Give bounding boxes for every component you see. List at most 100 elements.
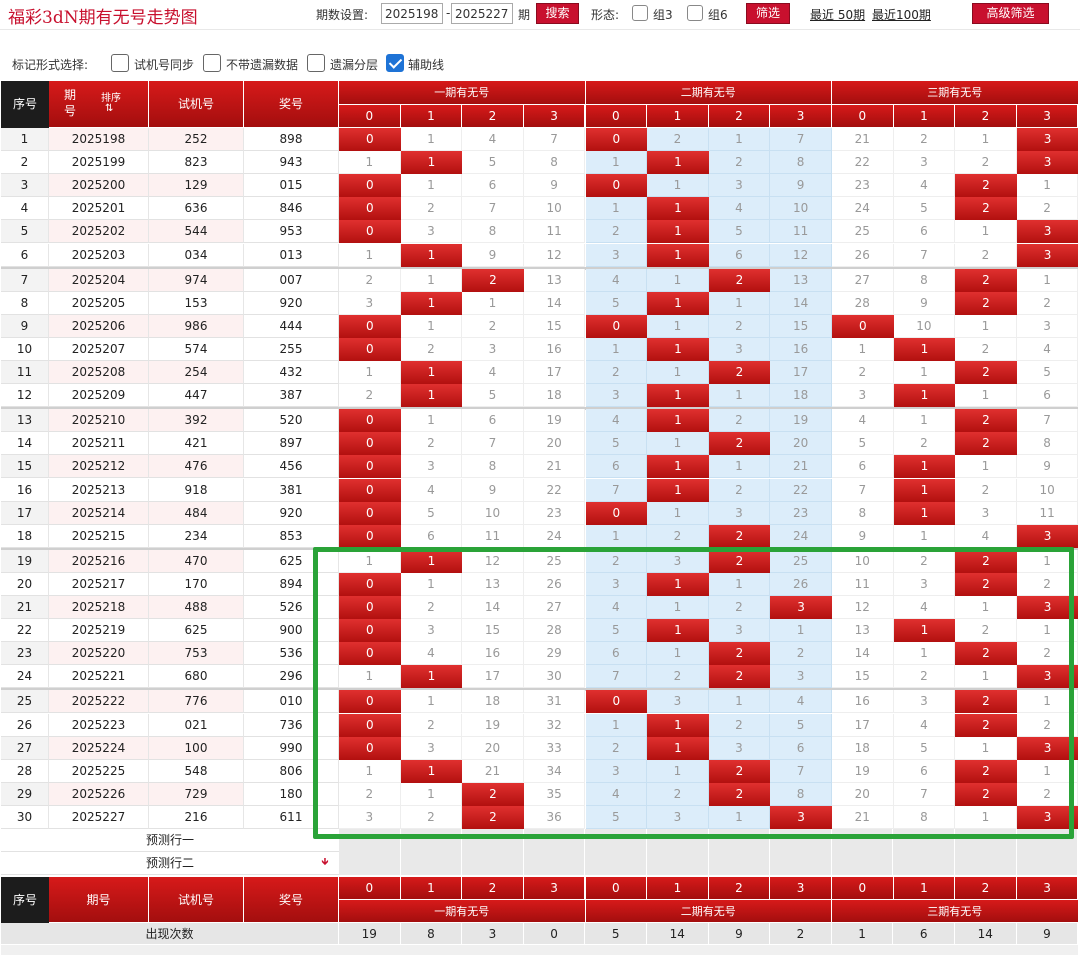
predict-cell[interactable] bbox=[339, 852, 401, 875]
group3-checkbox[interactable] bbox=[632, 5, 648, 21]
miss-cell: 5 bbox=[708, 220, 771, 244]
recent-100-link[interactable]: 最近100期 bbox=[872, 6, 931, 23]
miss-cell: 8 bbox=[523, 151, 586, 175]
predict-cell[interactable] bbox=[955, 852, 1017, 875]
miss-cell: 5 bbox=[462, 384, 524, 408]
row-period: 2025215 bbox=[49, 524, 149, 548]
row-period: 2025219 bbox=[49, 619, 149, 643]
predict-cell[interactable] bbox=[770, 852, 832, 875]
miss-cell: 3 bbox=[400, 455, 463, 479]
hit-cell: 0 bbox=[585, 128, 648, 152]
miss-cell: 7 bbox=[523, 128, 586, 152]
footer-digit: 1 bbox=[400, 877, 463, 900]
footer-digit: 2 bbox=[708, 877, 771, 900]
miss-cell: 7 bbox=[462, 197, 524, 221]
row-testno: 254 bbox=[149, 361, 244, 385]
down-arrow-icon[interactable]: 🡻 bbox=[319, 855, 331, 869]
row-testno: 216 bbox=[149, 805, 244, 829]
row-seq: 26 bbox=[1, 713, 49, 737]
miss-cell: 11 bbox=[770, 220, 832, 244]
row-seq: 25 bbox=[1, 690, 49, 714]
miss-cell: 4 bbox=[585, 409, 648, 433]
predict-cell[interactable] bbox=[400, 852, 463, 875]
row-prize: 943 bbox=[244, 151, 339, 175]
miss-cell: 5 bbox=[832, 432, 894, 456]
hit-cell: 1 bbox=[893, 478, 956, 502]
hit-cell: 0 bbox=[339, 409, 401, 433]
opt-guide-checkbox[interactable] bbox=[386, 54, 404, 72]
footer-group-3: 三期有无号 bbox=[832, 900, 1079, 923]
row-testno: 625 bbox=[149, 619, 244, 643]
header-digit: 2 bbox=[708, 105, 771, 128]
header-group-2: 二期有无号 bbox=[585, 81, 832, 105]
miss-cell: 26 bbox=[832, 243, 894, 267]
miss-cell: 2 bbox=[585, 220, 648, 244]
header-period: 期号 排序 ⇅ bbox=[49, 81, 149, 128]
miss-cell: 10 bbox=[1016, 478, 1079, 502]
group3-label: 组3 bbox=[653, 8, 673, 22]
miss-cell: 1 bbox=[647, 268, 709, 292]
hit-cell: 1 bbox=[647, 384, 709, 408]
hit-cell: 3 bbox=[1016, 128, 1079, 152]
predict-cell[interactable] bbox=[893, 852, 955, 875]
miss-cell: 5 bbox=[585, 291, 648, 315]
miss-cell: 1 bbox=[647, 314, 709, 338]
row-seq: 27 bbox=[1, 736, 49, 760]
miss-cell: 1 bbox=[400, 174, 463, 198]
row-testno: 153 bbox=[149, 291, 244, 315]
miss-cell: 23 bbox=[770, 501, 832, 525]
miss-cell: 15 bbox=[523, 314, 586, 338]
search-button[interactable]: 搜索 bbox=[536, 3, 579, 24]
predict-cell[interactable] bbox=[585, 852, 647, 875]
row-seq: 21 bbox=[1, 596, 49, 620]
opt-nomiss-checkbox[interactable] bbox=[203, 54, 221, 72]
row-testno: 544 bbox=[149, 220, 244, 244]
header-digit: 1 bbox=[893, 105, 956, 128]
row-prize: 853 bbox=[244, 524, 339, 548]
period-from-input[interactable] bbox=[381, 3, 443, 24]
miss-cell: 10 bbox=[523, 197, 586, 221]
miss-cell: 2 bbox=[955, 243, 1017, 267]
hit-cell: 0 bbox=[339, 128, 401, 152]
stats-value: 9 bbox=[708, 923, 771, 945]
row-testno: 034 bbox=[149, 243, 244, 267]
miss-cell: 24 bbox=[770, 524, 832, 548]
opt-sync-label: 试机号同步 bbox=[134, 58, 195, 72]
miss-cell: 5 bbox=[400, 501, 463, 525]
predict-row-label[interactable]: 预测行一 bbox=[1, 829, 339, 852]
recent-50-link[interactable]: 最近 50期 bbox=[810, 6, 865, 23]
row-period: 2025214 bbox=[49, 501, 149, 525]
miss-cell: 18 bbox=[770, 384, 832, 408]
hit-cell: 1 bbox=[647, 151, 709, 175]
predict-cell[interactable] bbox=[708, 852, 771, 875]
miss-cell: 7 bbox=[462, 432, 524, 456]
predict-row-label[interactable]: 预测行二 bbox=[1, 852, 339, 875]
row-seq: 2 bbox=[1, 151, 49, 175]
miss-cell: 1 bbox=[462, 291, 524, 315]
filter-button[interactable]: 筛选 bbox=[746, 3, 790, 24]
period-to-input[interactable] bbox=[451, 3, 513, 24]
miss-cell: 12 bbox=[770, 243, 832, 267]
predict-cell[interactable] bbox=[523, 852, 586, 875]
sort-label[interactable]: 排序 bbox=[101, 89, 121, 104]
row-seq: 1 bbox=[1, 128, 49, 152]
miss-cell: 1 bbox=[400, 268, 463, 292]
advanced-filter-button[interactable]: 高级筛选 bbox=[972, 3, 1049, 24]
miss-cell: 10 bbox=[462, 501, 524, 525]
predict-cell[interactable] bbox=[1016, 852, 1079, 875]
opt-sync-checkbox[interactable] bbox=[111, 54, 129, 72]
footer-prize: 奖号 bbox=[244, 877, 339, 923]
group6-checkbox[interactable] bbox=[687, 5, 703, 21]
opt-layer-checkbox[interactable] bbox=[307, 54, 325, 72]
miss-cell: 1 bbox=[955, 384, 1017, 408]
predict-cell[interactable] bbox=[462, 852, 524, 875]
miss-cell: 15 bbox=[770, 314, 832, 338]
row-period: 2025217 bbox=[49, 572, 149, 596]
miss-cell: 1 bbox=[400, 128, 463, 152]
hit-cell: 1 bbox=[647, 478, 709, 502]
predict-cell[interactable] bbox=[831, 852, 894, 875]
stats-value: 19 bbox=[339, 923, 401, 945]
predict-cell[interactable] bbox=[647, 852, 709, 875]
sort-arrows-icon[interactable]: ⇅ bbox=[105, 103, 113, 114]
hit-cell: 1 bbox=[893, 384, 956, 408]
